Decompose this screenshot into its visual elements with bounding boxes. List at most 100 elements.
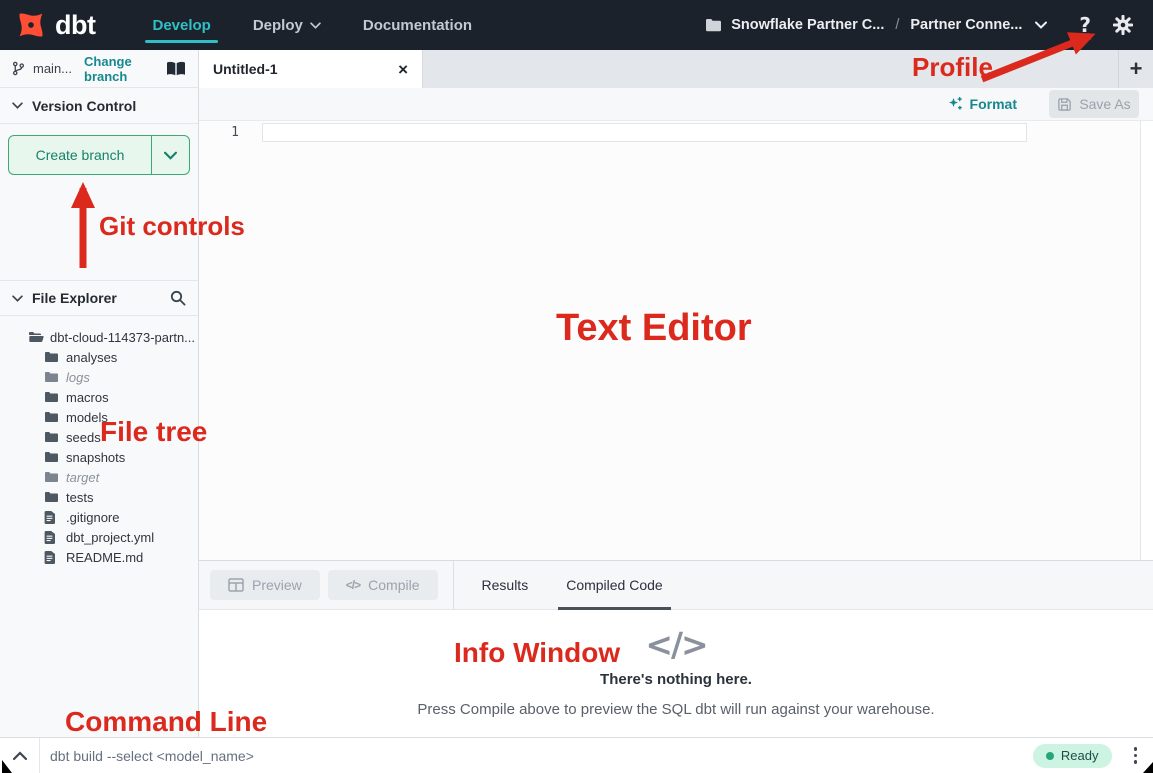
tree-item-macros[interactable]: macros (0, 387, 198, 407)
folder-icon (705, 18, 722, 32)
code-icon: </> (645, 625, 706, 664)
nav-right: Snowflake Partner C... / Partner Conne..… (705, 13, 1133, 37)
folder-icon (44, 351, 60, 363)
docs-book-icon[interactable] (166, 61, 186, 77)
folder-icon (44, 471, 60, 483)
command-bar: Ready (0, 737, 1153, 773)
git-branch-icon (12, 60, 25, 77)
results-panel-body: </> There's nothing here. Press Compile … (199, 611, 1153, 737)
tree-item-label: dbt_project.yml (66, 530, 154, 545)
text-editor-surface[interactable]: 1 (199, 121, 1153, 560)
folder-icon (44, 451, 60, 463)
format-sparkle-icon (947, 96, 963, 112)
create-branch-label[interactable]: Create branch (9, 136, 151, 174)
code-icon: </> (346, 578, 360, 592)
help-icon[interactable]: ? (1079, 13, 1091, 37)
logo-text: dbt (55, 10, 95, 41)
tree-item-label: analyses (66, 350, 117, 365)
tree-item-analyses[interactable]: analyses (0, 347, 198, 367)
status-label: Ready (1061, 748, 1099, 763)
folder-icon (44, 411, 60, 423)
chevron-down-icon (310, 22, 321, 29)
tree-item-label: logs (66, 370, 90, 385)
search-icon[interactable] (170, 290, 186, 306)
nav-item-develop[interactable]: Develop (131, 0, 231, 50)
file-explorer-header[interactable]: File Explorer (0, 280, 198, 316)
version-control-header[interactable]: Version Control (0, 88, 198, 124)
folder-icon (44, 371, 60, 383)
tree-item-logs[interactable]: logs (0, 367, 198, 387)
tree-item-dbt-cloud-114373-partn[interactable]: dbt-cloud-114373-partn... (0, 327, 198, 347)
dbt-cloud-ide: dbt Develop Deploy Documentation Snowfla… (0, 0, 1153, 773)
breadcrumb-separator: / (893, 17, 901, 33)
tree-item-gitignore[interactable]: .gitignore (0, 507, 198, 527)
compile-button[interactable]: </> Compile (328, 570, 438, 600)
tree-item-label: macros (66, 390, 109, 405)
folder-open-icon (28, 331, 44, 343)
gear-icon[interactable] (1113, 15, 1133, 35)
file-icon (44, 531, 60, 544)
status-badge: Ready (1033, 744, 1112, 768)
command-input[interactable] (40, 748, 1033, 764)
tree-item-target[interactable]: target (0, 467, 198, 487)
compile-label: Compile (368, 577, 419, 593)
line-number: 1 (231, 125, 239, 140)
tree-item-models[interactable]: models (0, 407, 198, 427)
tab-label: Untitled-1 (213, 61, 278, 77)
chevron-up-icon (12, 751, 28, 761)
branch-bar: main... Change branch (0, 50, 198, 88)
tree-item-seeds[interactable]: seeds (0, 427, 198, 447)
create-branch-button[interactable]: Create branch (8, 135, 190, 175)
tree-item-label: dbt-cloud-114373-partn... (50, 330, 195, 345)
tree-item-dbt-project-yml[interactable]: dbt_project.yml (0, 527, 198, 547)
editor-tab-bar: Untitled-1 × + (199, 50, 1153, 88)
empty-state-title: There's nothing here. (600, 671, 752, 688)
kebab-menu-icon[interactable] (1126, 741, 1146, 770)
chevron-down-icon (12, 295, 23, 302)
top-nav: dbt Develop Deploy Documentation Snowfla… (0, 0, 1153, 50)
create-branch-dropdown[interactable] (151, 136, 189, 174)
editor-scrollbar-rail[interactable] (1140, 121, 1153, 560)
tree-item-label: target (66, 470, 99, 485)
file-icon (44, 511, 60, 524)
close-tab-icon[interactable]: × (398, 61, 408, 78)
tree-item-readme-md[interactable]: README.md (0, 547, 198, 567)
tab-results[interactable]: Results (478, 560, 533, 610)
new-tab-button[interactable]: + (1118, 50, 1153, 88)
dbt-logo[interactable]: dbt (14, 8, 95, 42)
version-control-title: Version Control (32, 98, 136, 114)
preview-label: Preview (252, 577, 302, 593)
tab-untitled-1[interactable]: Untitled-1 × (199, 50, 423, 88)
folder-icon (44, 391, 60, 403)
preview-button[interactable]: Preview (210, 570, 320, 600)
nav-item-deploy[interactable]: Deploy (232, 0, 342, 50)
table-icon (228, 578, 244, 592)
project-selector[interactable]: Snowflake Partner C... / Partner Conne..… (705, 17, 1047, 33)
file-tree: dbt-cloud-114373-partn... analyses logs mac… (0, 327, 198, 567)
tree-item-label: tests (66, 490, 93, 505)
tab-compiled-code[interactable]: Compiled Code (562, 560, 667, 610)
tree-item-label: models (66, 410, 108, 425)
save-icon (1057, 97, 1072, 112)
chevron-down-icon (164, 151, 177, 160)
format-label: Format (970, 96, 1017, 112)
save-as-label: Save As (1079, 96, 1130, 112)
format-button[interactable]: Format (947, 96, 1017, 112)
dbt-logo-icon (14, 8, 48, 42)
empty-state-subtitle: Press Compile above to preview the SQL d… (417, 701, 934, 718)
chevron-down-icon (12, 102, 23, 109)
save-as-button[interactable]: Save As (1049, 90, 1139, 118)
nav-item-documentation[interactable]: Documentation (342, 0, 493, 50)
tree-item-snapshots[interactable]: snapshots (0, 447, 198, 467)
file-explorer-title: File Explorer (32, 290, 117, 306)
current-line-highlight (262, 123, 1027, 142)
tree-item-label: README.md (66, 550, 143, 565)
tree-item-label: snapshots (66, 450, 125, 465)
tree-item-label: seeds (66, 430, 101, 445)
project-name: Partner Conne... (910, 17, 1022, 33)
expand-command-bar-button[interactable] (0, 738, 40, 773)
change-branch-link[interactable]: Change branch (84, 54, 166, 84)
chevron-down-icon (1035, 21, 1047, 29)
results-panel-header: Preview </> Compile Results Compiled Cod… (199, 560, 1153, 610)
tree-item-tests[interactable]: tests (0, 487, 198, 507)
